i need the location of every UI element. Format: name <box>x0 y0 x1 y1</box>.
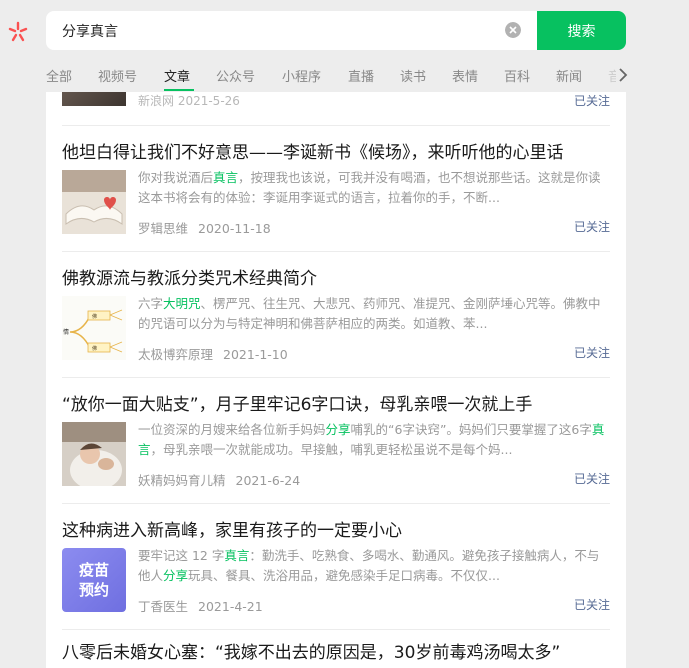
result-meta: 太极博弈原理 2021-1-10 <box>138 344 288 363</box>
mother-baby-thumbnail <box>62 422 126 486</box>
result-date: 2020-11-18 <box>198 221 271 236</box>
diagram-label: 情 <box>63 328 69 336</box>
tab-news[interactable]: 新闻 <box>556 66 582 85</box>
tab-encyclopedia[interactable]: 百科 <box>504 66 530 85</box>
result-source[interactable]: 太极博弈原理 <box>138 347 213 362</box>
result-date: 2021-6-24 <box>235 473 301 488</box>
book-thumbnail <box>62 170 126 234</box>
result-title[interactable]: 八零后未婚女心塞：“我嫁不出去的原因是，30岁前毒鸡汤喝太多” <box>62 638 560 663</box>
highlight-keyword: 真言 <box>213 170 239 185</box>
snippet-text: 要牢记这 12 字 <box>138 548 225 563</box>
list-item-partial[interactable]: 新浪网 2021-5-26 已关注 <box>62 44 610 126</box>
follow-status[interactable]: 已关注 <box>574 218 610 235</box>
vaccine-thumbnail: 疫苗 预约 <box>62 548 126 612</box>
snippet-text: 、楞严咒、往生咒、大悲咒、药师咒、准提咒、金刚萨埵心咒等。佛教中的咒语可以分为与… <box>138 296 601 331</box>
result-title[interactable]: 他坦白得让我们不好意思——李诞新书《候场》，来听听他的心里话 <box>62 138 564 163</box>
result-title[interactable]: 佛教源流与教派分类咒术经典简介 <box>62 264 317 289</box>
results-list: 新浪网 2021-5-26 已关注 他坦白得让我们不好意思——李诞新书《候场》，… <box>46 44 626 668</box>
tab-books[interactable]: 读书 <box>400 66 426 85</box>
tab-mini-programs[interactable]: 小程序 <box>282 66 321 85</box>
highlight-keyword: 大明咒 <box>163 296 201 311</box>
list-item[interactable]: “放你一面大贴支”，月子里牢记6字口诀，母乳亲喂一次就上手 一位资深的月嫂来给各… <box>62 378 610 504</box>
result-title[interactable]: 这种病进入新高峰，家里有孩子的一定要小心 <box>62 516 402 541</box>
result-meta: 妖精妈妈育儿精 2021-6-24 <box>138 470 300 489</box>
snippet-text: 哺乳的“6字诀窍”。妈妈们只要掌握了这6字 <box>350 422 592 437</box>
result-source[interactable]: 丁香医生 <box>138 599 188 614</box>
highlight-keyword: 分享 <box>325 422 351 437</box>
follow-status[interactable]: 已关注 <box>574 470 610 487</box>
result-source[interactable]: 罗辑思维 <box>138 221 188 236</box>
result-meta: 新浪网 2021-5-26 <box>138 94 240 108</box>
search-query-text[interactable]: 分享真言 <box>62 21 118 41</box>
diagram-label: 佛 <box>92 313 97 320</box>
result-meta: 罗辑思维 2020-11-18 <box>138 218 271 237</box>
result-snippet: 你对我说酒后真言，按理我也该说，可我并没有喝酒，也不想说那些话。这就是你读这本书… <box>138 168 608 208</box>
follow-status[interactable]: 已关注 <box>574 344 610 361</box>
list-item[interactable]: 他坦白得让我们不好意思——李诞新书《候场》，来听听他的心里话 你对我说酒后真言，… <box>62 126 610 252</box>
result-snippet: 要牢记这 12 字真言：勤洗手、吃熟食、多喝水、勤通风。避免孩子接触病人，不与他… <box>138 546 608 586</box>
tab-music-partial[interactable]: 音 <box>608 66 616 85</box>
search-results-page: 分享真言 搜索 全部 视频号 文章 公众号 小程序 直播 读书 表情 百科 新闻… <box>0 0 689 668</box>
snippet-text: 玩具、餐具、洗浴用品，避免感染手足口病毒。不仅仅... <box>188 568 500 583</box>
tab-official-accounts[interactable]: 公众号 <box>216 66 255 85</box>
snippet-text: 六字 <box>138 296 164 311</box>
result-snippet: 一位资深的月嫂来给各位新手妈妈分享哺乳的“6字诀窍”。妈妈们只要掌握了这6字真言… <box>138 420 608 460</box>
mindmap-thumbnail: 佛 佛 情 <box>62 296 126 360</box>
list-item[interactable]: 这种病进入新高峰，家里有孩子的一定要小心 疫苗 预约 要牢记这 12 字真言：勤… <box>62 504 610 630</box>
result-meta: 丁香医生 2021-4-21 <box>138 596 263 615</box>
result-source[interactable]: 妖精妈妈育儿精 <box>138 473 226 488</box>
follow-status[interactable]: 已关注 <box>574 92 610 109</box>
result-snippet: 六字大明咒、楞严咒、往生咒、大悲咒、药师咒、准提咒、金刚萨埵心咒等。佛教中的咒语… <box>138 294 608 334</box>
thumbnail-text: 疫苗 <box>78 561 109 579</box>
highlight-keyword: 真言 <box>224 548 250 563</box>
tab-live[interactable]: 直播 <box>348 66 374 85</box>
clear-icon[interactable] <box>505 22 521 38</box>
tab-articles[interactable]: 文章 <box>164 66 190 85</box>
search-input[interactable]: 分享真言 <box>46 11 537 50</box>
highlight-keyword: 分享 <box>163 568 189 583</box>
search-button[interactable]: 搜索 <box>537 11 626 50</box>
thumbnail-text: 预约 <box>78 581 109 599</box>
list-item[interactable]: 佛教源流与教派分类咒术经典简介 佛 佛 情 六字大明咒、楞严咒、往生咒、大悲咒、… <box>62 252 610 378</box>
follow-status[interactable]: 已关注 <box>574 596 610 613</box>
search-header: 分享真言 搜索 全部 视频号 文章 公众号 小程序 直播 读书 表情 百科 新闻… <box>0 0 689 92</box>
tab-stickers[interactable]: 表情 <box>452 66 478 85</box>
snippet-text: 一位资深的月嫂来给各位新手妈妈 <box>138 422 326 437</box>
snippet-text: 你对我说酒后 <box>138 170 214 185</box>
active-tab-indicator <box>164 89 194 91</box>
tab-all[interactable]: 全部 <box>46 66 72 85</box>
diagram-label: 佛 <box>92 345 97 352</box>
snippet-text: ，母乳亲喂一次就能成功。早接触，哺乳更轻松虽说不是每个妈... <box>150 442 513 457</box>
result-title[interactable]: “放你一面大贴支”，月子里牢记6字口诀，母乳亲喂一次就上手 <box>62 390 532 415</box>
category-tabs: 全部 视频号 文章 公众号 小程序 直播 读书 表情 百科 新闻 音 <box>46 60 636 92</box>
result-date: 2021-1-10 <box>223 347 288 362</box>
tab-video[interactable]: 视频号 <box>98 66 137 85</box>
sogou-logo-icon[interactable] <box>6 20 30 44</box>
chevron-right-icon[interactable] <box>616 66 630 84</box>
result-date: 2021-4-21 <box>198 599 263 614</box>
